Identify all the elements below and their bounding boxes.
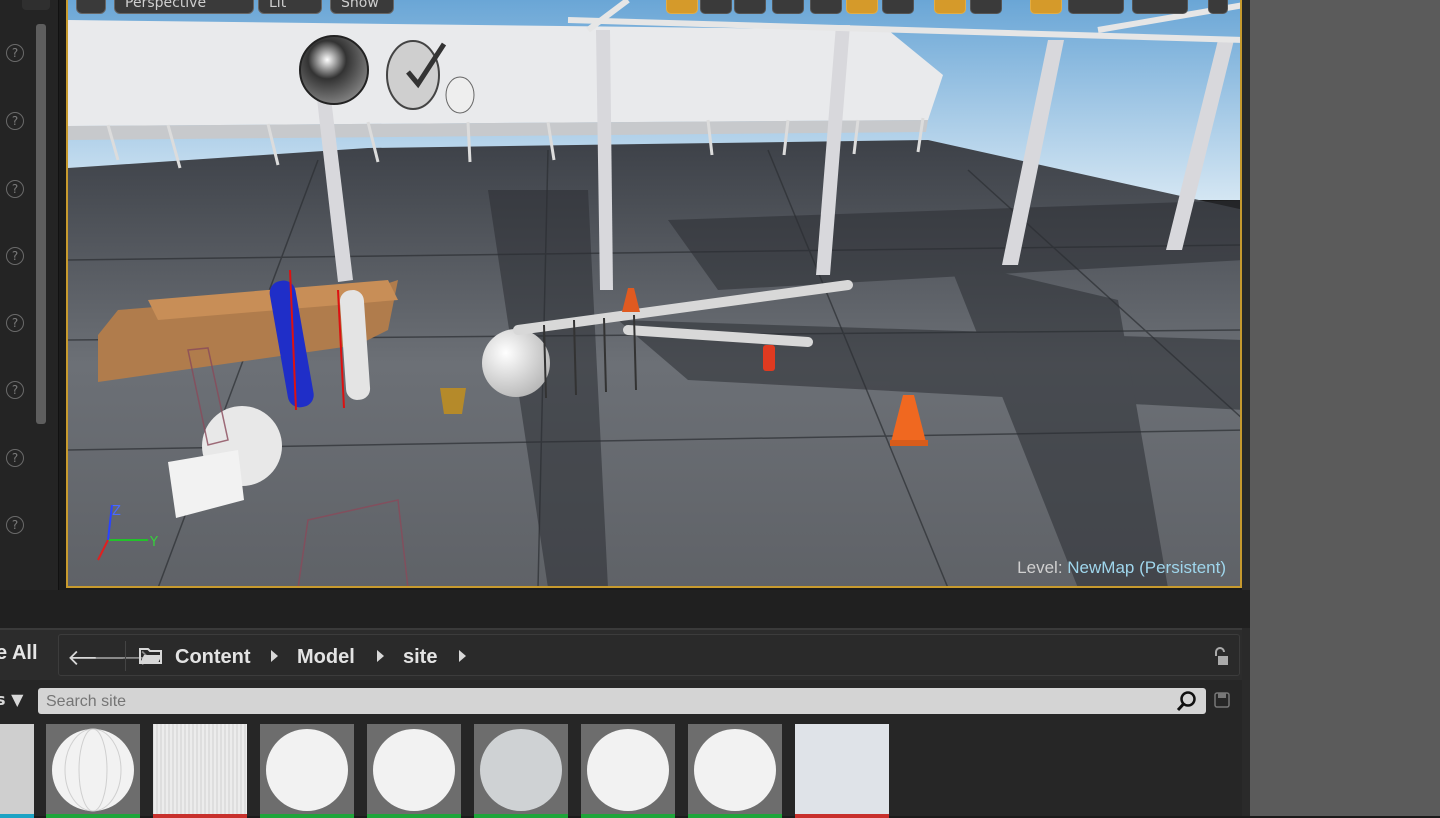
viewport-options-button[interactable] — [76, 0, 106, 14]
asset-tile[interactable] — [688, 724, 782, 818]
camera-speed-button[interactable] — [1132, 0, 1188, 14]
save-all-button[interactable]: e All — [0, 642, 38, 665]
rotation-size-button[interactable] — [970, 0, 1002, 14]
lock-icon[interactable] — [1211, 647, 1229, 667]
asset-tile[interactable] — [0, 724, 34, 818]
breadcrumb-chevron-icon[interactable] — [377, 650, 384, 662]
lit-button[interactable]: Lit — [258, 0, 322, 14]
save-search-icon[interactable] — [1214, 692, 1230, 708]
search-icon[interactable] — [22, 0, 50, 10]
help-icon[interactable]: ? — [6, 44, 24, 62]
axis-y-label: Y — [149, 535, 158, 550]
search-input[interactable] — [44, 690, 1148, 714]
help-icon[interactable]: ? — [6, 180, 24, 198]
help-icon[interactable]: ? — [6, 381, 24, 399]
perspective-button[interactable]: Perspective — [114, 0, 254, 14]
rotation-snap-button[interactable] — [934, 0, 966, 14]
asset-tile[interactable] — [260, 724, 354, 818]
folder-icon — [139, 648, 162, 664]
asset-tile[interactable] — [795, 724, 889, 818]
asset-tile[interactable] — [367, 724, 461, 818]
search-bar — [38, 688, 1206, 714]
asset-tile[interactable] — [153, 724, 247, 818]
breadcrumb-chevron-icon[interactable] — [459, 650, 466, 662]
maximize-viewport-button[interactable] — [1208, 0, 1228, 14]
path-bar: 🡐 🡒 Content Model site — [58, 634, 1240, 676]
grid-snap-button[interactable] — [846, 0, 878, 14]
help-icon[interactable]: ? — [6, 314, 24, 332]
scale-snap-button[interactable] — [1030, 0, 1062, 14]
breadcrumb-chevron-icon[interactable] — [271, 650, 278, 662]
select-tool-button[interactable] — [666, 0, 698, 14]
right-divider — [1242, 0, 1250, 816]
rotate-tool-button[interactable] — [700, 0, 732, 14]
level-name: NewMap (Persistent) — [1067, 558, 1226, 577]
panel-divider — [0, 590, 1250, 628]
right-background — [1250, 0, 1440, 816]
show-button[interactable]: Show — [330, 0, 394, 14]
help-icon[interactable]: ? — [6, 516, 24, 534]
viewport-scene: Z Y — [68, 0, 1240, 586]
level-prefix: Level: — [1017, 558, 1063, 577]
world-local-button[interactable] — [772, 0, 804, 14]
axis-z-label: Z — [112, 504, 121, 519]
breadcrumb-model[interactable]: Model — [297, 646, 355, 669]
grid-size-button[interactable] — [882, 0, 914, 14]
level-viewport[interactable]: Z Y Perspective Lit Show Level: NewMap (… — [66, 0, 1242, 588]
breadcrumb-content[interactable]: Content — [175, 646, 251, 669]
help-icon[interactable]: ? — [6, 112, 24, 130]
chevron-down-icon: ▼ — [11, 690, 24, 709]
asset-tile[interactable] — [474, 724, 568, 818]
details-scrollbar[interactable] — [36, 24, 46, 424]
surface-snap-button[interactable] — [810, 0, 842, 14]
breadcrumb-site[interactable]: site — [403, 646, 437, 669]
filters-label: s — [0, 690, 6, 709]
level-indicator: Level: NewMap (Persistent) — [1017, 558, 1226, 578]
search-icon[interactable] — [1176, 690, 1198, 712]
details-panel-strip: ? ? ? ? ? ? ? ? — [0, 0, 59, 590]
scale-size-button[interactable] — [1068, 0, 1124, 14]
filters-button[interactable]: s ▼ — [0, 690, 23, 709]
help-icon[interactable]: ? — [6, 247, 24, 265]
asset-tile[interactable] — [46, 724, 140, 818]
help-icon[interactable]: ? — [6, 449, 24, 467]
asset-tile[interactable] — [581, 724, 675, 818]
scale-tool-button[interactable] — [734, 0, 766, 14]
content-browser: e All 🡐 🡒 Content Model site s ▼ — [0, 628, 1242, 818]
content-browser-navbar: e All 🡐 🡒 Content Model site — [0, 630, 1242, 680]
